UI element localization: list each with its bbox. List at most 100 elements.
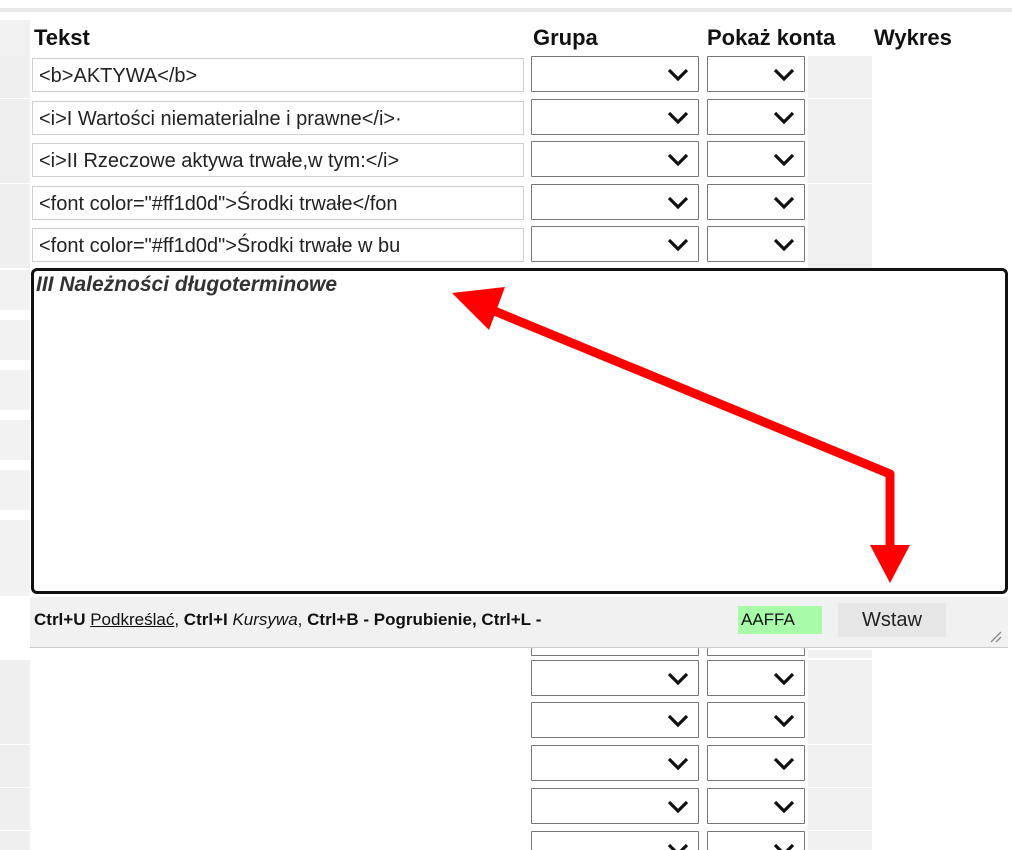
- show-accounts-select[interactable]: [707, 226, 805, 262]
- table-row: <b>AKTYWA</b>: [0, 56, 1012, 98]
- show-accounts-select[interactable]: [707, 831, 805, 850]
- row-strip: [0, 99, 30, 141]
- chevron-down-icon: [667, 843, 689, 850]
- table-row: <i>I Wartości niematerialne i prawne</i>…: [0, 99, 1012, 141]
- row-strip: [0, 788, 30, 830]
- row-strip: [0, 520, 30, 560]
- table-row: [0, 788, 1012, 830]
- bold-label: - Pogrubienie,: [363, 610, 477, 629]
- top-border: [0, 8, 1012, 12]
- chart-column-cell: [808, 831, 872, 850]
- show-accounts-select[interactable]: [707, 788, 805, 824]
- group-select[interactable]: [531, 745, 699, 781]
- chart-column-cell: [808, 56, 872, 98]
- chart-column-cell: [808, 650, 872, 658]
- chevron-down-icon: [773, 238, 795, 252]
- ctrl-b-shortcut: Ctrl+B: [307, 610, 359, 629]
- chevron-down-icon: [667, 153, 689, 167]
- group-select[interactable]: [531, 226, 699, 262]
- chevron-down-icon: [667, 238, 689, 252]
- table-row: <font color="#ff1d0d">Środki trwałe w bu: [0, 226, 1012, 268]
- row-strip: [0, 831, 30, 850]
- ctrl-u-shortcut: Ctrl+U: [34, 610, 86, 629]
- chevron-down-icon: [773, 196, 795, 210]
- column-header-grupa: Grupa: [533, 25, 598, 50]
- chevron-down-icon: [773, 714, 795, 728]
- chart-column-cell: [808, 660, 872, 702]
- row-strip: [0, 270, 30, 310]
- chart-column-cell: [808, 99, 872, 141]
- row-strip: [0, 420, 30, 460]
- show-accounts-select[interactable]: [707, 56, 805, 92]
- group-select[interactable]: [531, 660, 699, 696]
- chevron-down-icon: [667, 68, 689, 82]
- text-editor[interactable]: III Należności długoterminowe: [31, 268, 1008, 594]
- row-strip: [0, 370, 30, 410]
- group-select[interactable]: [531, 702, 699, 738]
- chart-column-cell: [808, 788, 872, 830]
- table-header: Tekst Grupa Pokaż konta Wykres: [0, 22, 1012, 56]
- chevron-down-icon: [667, 111, 689, 125]
- table-row: [0, 831, 1012, 850]
- group-select[interactable]: [531, 99, 699, 135]
- group-select[interactable]: [531, 648, 699, 656]
- chart-column-cell: [808, 702, 872, 744]
- show-accounts-select[interactable]: [707, 141, 805, 177]
- table-row: [0, 745, 1012, 787]
- italic-label: Kursywa: [232, 610, 298, 629]
- separator: ,: [174, 610, 180, 629]
- chevron-down-icon: [667, 757, 689, 771]
- row-text-input[interactable]: <i>I Wartości niematerialne i prawne</i>…: [32, 101, 524, 135]
- group-select[interactable]: [531, 141, 699, 177]
- show-accounts-select[interactable]: [707, 745, 805, 781]
- show-accounts-select[interactable]: [707, 184, 805, 220]
- row-text-input[interactable]: <font color="#ff1d0d">Środki trwałe</fon: [32, 186, 524, 220]
- column-header-pokaz-konta: Pokaż konta: [707, 25, 836, 50]
- row-text-input[interactable]: <i>II Rzeczowe aktywa trwałe,w tym:</i>: [32, 143, 524, 177]
- group-select[interactable]: [531, 831, 699, 850]
- underline-label: Podkreślać: [90, 610, 175, 629]
- table-row: <i>II Rzeczowe aktywa trwałe,w tym:</i>: [0, 141, 1012, 183]
- row-text-input[interactable]: <font color="#ff1d0d">Środki trwałe w bu: [32, 228, 524, 262]
- row-text-input[interactable]: <b>AKTYWA</b>: [32, 58, 524, 92]
- ctrl-l-shortcut: Ctrl+L: [481, 610, 532, 629]
- chart-column-cell: [808, 184, 872, 226]
- chevron-down-icon: [667, 800, 689, 814]
- table-row: [0, 660, 1012, 702]
- separator: ,: [297, 610, 303, 629]
- editor-content[interactable]: III Należności długoterminowe: [36, 273, 337, 297]
- chevron-down-icon: [667, 714, 689, 728]
- row-strip: [0, 184, 30, 226]
- chevron-down-icon: [773, 757, 795, 771]
- row-strip: [0, 702, 30, 744]
- show-accounts-select[interactable]: [707, 702, 805, 738]
- chart-column-cell: [808, 745, 872, 787]
- table-row: <font color="#ff1d0d">Środki trwałe</fon: [0, 184, 1012, 226]
- column-header-wykres: Wykres: [874, 25, 952, 50]
- show-accounts-select[interactable]: [707, 660, 805, 696]
- group-select[interactable]: [531, 184, 699, 220]
- chevron-down-icon: [773, 111, 795, 125]
- chevron-down-icon: [773, 843, 795, 850]
- chevron-down-icon: [773, 153, 795, 167]
- group-select[interactable]: [531, 788, 699, 824]
- row-strip: [0, 141, 30, 183]
- insert-button[interactable]: Wstaw: [838, 603, 946, 637]
- table-row: [0, 702, 1012, 744]
- chevron-down-icon: [667, 672, 689, 686]
- row-strip: [0, 226, 30, 268]
- color-value-input[interactable]: AAFFA: [738, 606, 822, 634]
- chart-column-cell: [808, 141, 872, 183]
- shortcut-hints: Ctrl+U Podkreślać, Ctrl+I Kursywa, Ctrl+…: [34, 597, 541, 643]
- row-strip: [0, 470, 30, 510]
- ctrl-i-shortcut: Ctrl+I: [183, 610, 228, 629]
- group-select[interactable]: [531, 56, 699, 92]
- chevron-down-icon: [773, 800, 795, 814]
- show-accounts-select[interactable]: [707, 648, 805, 656]
- chevron-down-icon: [773, 68, 795, 82]
- resize-handle-icon[interactable]: [988, 629, 1002, 643]
- row-strip: [0, 320, 30, 360]
- editor-toolbar: Ctrl+U Podkreślać, Ctrl+I Kursywa, Ctrl+…: [30, 597, 1008, 648]
- show-accounts-select[interactable]: [707, 99, 805, 135]
- row-strip: [0, 560, 30, 596]
